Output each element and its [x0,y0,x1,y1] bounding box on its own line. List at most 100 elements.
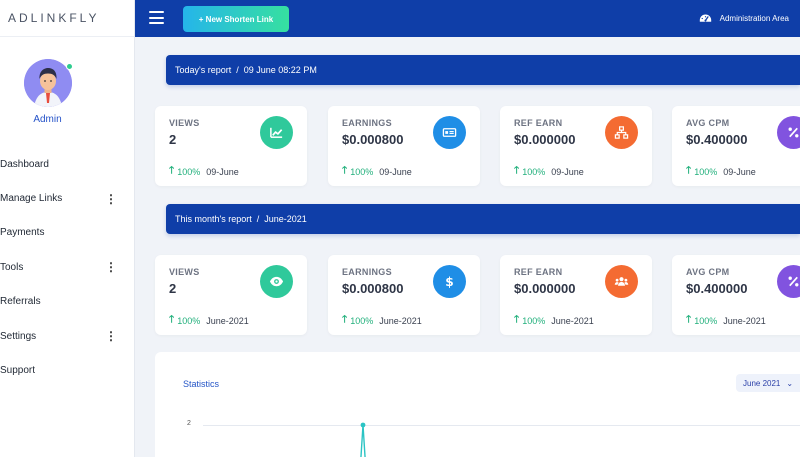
stat-card-ref-earn: REF EARN $0.000000 🡑 100% June-2021 [500,255,652,335]
sidebar-item-label: Manage Links [0,193,63,205]
kebab-menu-icon[interactable]: ⋮ [105,193,117,205]
stat-change-period: June-2021 [723,315,766,326]
stat-change: 🡑 100% June-2021 [342,312,422,329]
monthly-report-bar: This month's report / June-2021 [166,204,800,234]
sidebar: ADLINKFLY Admin Dashboard Manage Links ⋮ [0,0,135,457]
percent-icon [777,116,800,149]
stat-change-period: 09-June [206,166,239,177]
stat-change-period: June-2021 [551,315,594,326]
administration-area-label: Administration Area [719,14,789,23]
money-bill-icon [433,116,466,149]
stat-label: REF EARN [514,118,563,128]
stat-card-views: VIEWS 2 🡑 100% 09-June [155,106,307,186]
sidebar-item-tools[interactable]: Tools ⋮ [0,250,135,284]
stat-value: $0.000000 [514,132,576,147]
arrow-up-icon: 🡑 [686,314,692,325]
sidebar-item-label: Support [0,365,36,377]
stat-change-percent: 100% [694,166,718,177]
y-axis-tick-label: 2 [187,420,191,427]
statistics-chart [360,422,366,457]
report-separator: / [236,65,239,75]
month-select-value: June 2021 [743,378,781,388]
new-shorten-link-button[interactable]: + New Shorten Link [183,6,289,32]
stat-change-period: June-2021 [379,315,422,326]
statistics-title: Statistics [183,379,220,389]
stat-change: 🡑 100% June-2021 [686,312,766,329]
sidebar-item-label: Dashboard [0,158,49,170]
stat-change-percent: 100% [350,315,374,326]
chart-grid-line [203,425,800,426]
stat-card-earnings: EARNINGS $0.000800 $ 🡑 100% June-2021 [328,255,480,335]
dollar-icon: $ [433,265,466,298]
dashboard-gauge-icon [699,14,711,22]
statistics-panel: Statistics June 2021 ⌄ 2 [155,352,800,457]
arrow-up-icon: 🡑 [514,314,520,325]
stat-label: VIEWS [169,267,200,277]
report-date: June-2021 [264,214,307,224]
stat-change-percent: 100% [694,315,718,326]
stat-card-avg-cpm: AVG CPM $0.400000 🡑 100% 09-June [672,106,800,186]
arrow-up-icon: 🡑 [342,314,348,325]
report-title: This month's report [175,214,252,224]
kebab-menu-icon[interactable]: ⋮ [105,330,117,342]
stat-label: AVG CPM [686,267,730,277]
user-name[interactable]: Admin [0,114,95,125]
stat-change-percent: 100% [350,166,374,177]
stat-change-period: 09-June [551,166,584,177]
stat-change: 🡑 100% 09-June [686,163,756,180]
stat-card-views: VIEWS 2 🡑 100% June-2021 [155,255,307,335]
percent-icon [777,265,800,298]
sidebar-item-label: Referrals [0,296,41,308]
stat-change: 🡑 100% June-2021 [514,312,594,329]
chart-line-icon [260,116,293,149]
hamburger-menu-icon[interactable] [149,11,164,24]
report-title: Today's report [175,65,232,75]
sidebar-item-label: Payments [0,227,45,239]
month-select[interactable]: June 2021 ⌄ [736,374,800,392]
arrow-up-icon: 🡑 [169,314,175,325]
stat-change-period: June-2021 [206,315,249,326]
stat-card-earnings: EARNINGS $0.000800 🡑 100% 09-June [328,106,480,186]
sidebar-item-support[interactable]: Support [0,353,135,387]
arrow-up-icon: 🡑 [686,165,692,176]
kebab-menu-icon[interactable]: ⋮ [105,261,117,273]
stat-change-percent: 100% [522,166,546,177]
administration-area-link[interactable]: Administration Area [699,0,789,37]
sidebar-item-payments[interactable]: Payments [0,216,135,250]
stat-change-period: 09-June [379,166,412,177]
sidebar-item-manage-links[interactable]: Manage Links ⋮ [0,181,135,215]
stat-label: VIEWS [169,118,200,128]
stat-change: 🡑 100% 09-June [342,163,412,180]
app-logo[interactable]: ADLINKFLY [0,0,134,37]
report-separator: / [256,214,260,224]
stat-value: $0.000800 [342,281,404,296]
stat-card-avg-cpm: AVG CPM $0.400000 🡑 100% June-2021 [672,255,800,335]
stat-change: 🡑 100% June-2021 [169,312,249,329]
sidebar-item-dashboard[interactable]: Dashboard [0,147,135,181]
top-bar: + New Shorten Link Administration Area [135,0,800,37]
stat-value: $0.000000 [514,281,576,296]
sidebar-nav: Dashboard Manage Links ⋮ Payments Tools … [0,147,135,388]
stat-value: $0.400000 [686,132,748,147]
stat-change-percent: 100% [177,315,201,326]
stat-value: $0.000800 [342,132,404,147]
sidebar-item-label: Tools [0,261,24,273]
report-date: 09 June 08:22 PM [243,65,317,75]
stat-card-ref-earn: REF EARN $0.000000 🡑 100% 09-June [500,106,652,186]
sidebar-item-settings[interactable]: Settings ⋮ [0,319,135,353]
avatar[interactable] [24,59,73,107]
sidebar-item-referrals[interactable]: Referrals [0,285,135,319]
stat-value: $0.400000 [686,281,748,296]
sidebar-item-label: Settings [0,330,37,342]
online-status-dot [66,63,73,70]
chevron-down-icon: ⌄ [786,378,794,388]
stat-value: 2 [169,281,177,296]
stat-value: 2 [169,132,177,147]
stat-change: 🡑 100% 09-June [169,163,239,180]
stat-label: REF EARN [514,267,563,277]
sitemap-icon [605,116,638,149]
arrow-up-icon: 🡑 [342,165,348,176]
stat-change-percent: 100% [177,166,201,177]
arrow-up-icon: 🡑 [169,165,175,176]
svg-text:$: $ [445,275,453,289]
